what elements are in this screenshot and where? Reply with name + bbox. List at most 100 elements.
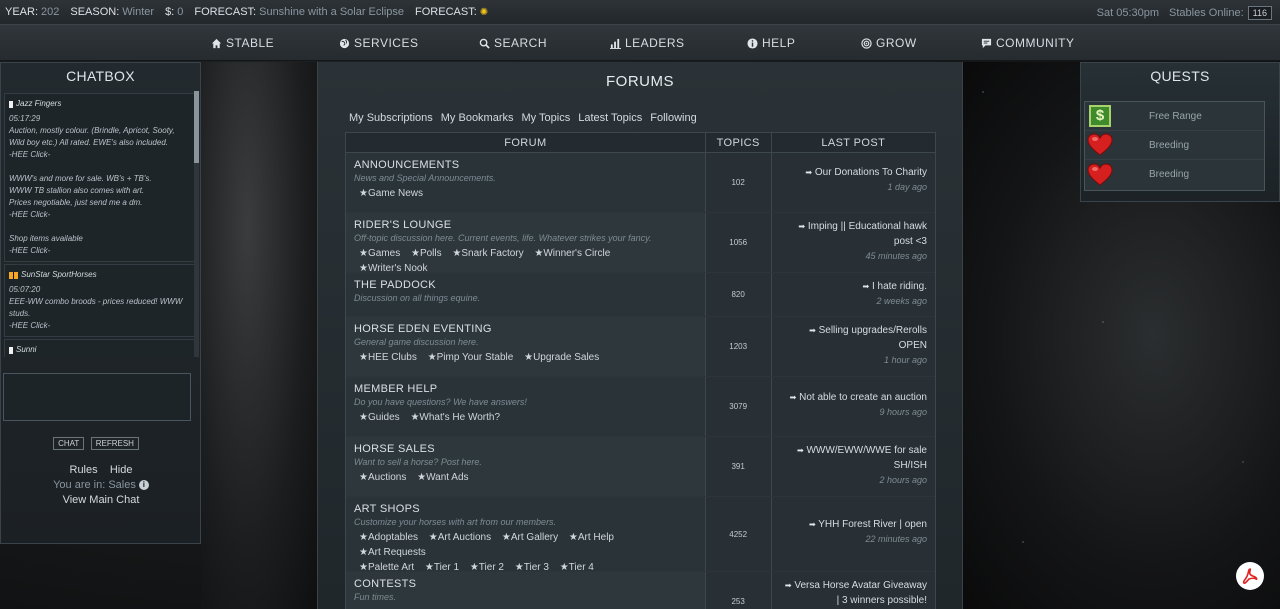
nav-services[interactable]: SERVICES <box>339 36 418 50</box>
view-main-chat-link[interactable]: View Main Chat <box>63 494 140 506</box>
year-value: 202 <box>41 6 60 18</box>
subforum-link[interactable]: ★Pimp Your Stable <box>428 352 514 363</box>
forum-name[interactable]: THE PADDOCK <box>354 279 697 291</box>
forum-name[interactable]: ART SHOPS <box>354 503 697 515</box>
tab-my-subscriptions[interactable]: My Subscriptions <box>349 112 433 124</box>
last-post-cell: ➡ Our Donations To Charity 1 day ago <box>770 153 935 212</box>
subforum-link[interactable]: ★Games <box>359 248 400 259</box>
forum-name[interactable]: HORSE SALES <box>354 443 697 455</box>
topic-count: 102 <box>704 153 771 212</box>
subforum-link[interactable]: ★Polls <box>411 248 442 259</box>
chat-message: Sunni <box>4 339 195 357</box>
subforum-link[interactable]: ★Art Help <box>569 532 614 543</box>
forecast-label: FORECAST: <box>194 6 257 18</box>
nav-help[interactable]: HELP <box>747 36 795 50</box>
forum-name[interactable]: HORSE EDEN EVENTING <box>354 323 697 335</box>
info-icon <box>747 37 758 49</box>
subforum-link[interactable]: ★Snark Factory <box>452 248 523 259</box>
subforum-link[interactable]: ★Adoptables <box>359 532 418 543</box>
quest-label: Breeding <box>1149 139 1190 151</box>
header-last-post: LAST POST <box>770 133 935 152</box>
subforum-link[interactable]: ★Game News <box>359 188 423 199</box>
forum-desc: Fun times. <box>354 592 397 602</box>
table-row: ANNOUNCEMENTS News and Special Announcem… <box>346 153 935 213</box>
subforum-link[interactable]: ★Winner's Circle <box>534 248 610 259</box>
subforum-link[interactable]: ★Art Auctions <box>429 532 491 543</box>
flag-icon <box>9 100 13 108</box>
subforum-link[interactable]: ★Want Ads <box>417 472 468 483</box>
chatbox-title: CHATBOX <box>66 68 135 84</box>
nav-community[interactable]: COMMUNITY <box>981 36 1075 50</box>
forum-name[interactable]: CONTESTS <box>354 578 697 590</box>
chat-line[interactable]: -HEE Click- <box>9 245 190 257</box>
chat-line[interactable]: -HEE Click- <box>9 209 190 221</box>
rules-link[interactable]: Rules <box>70 464 98 476</box>
chat-scrollbar-thumb[interactable] <box>194 91 199 163</box>
chat-scrollbar[interactable] <box>194 91 199 357</box>
stables-online-label: Stables Online: <box>1169 6 1244 19</box>
heart-icon <box>1087 162 1113 188</box>
last-post-link[interactable]: WWW/EWW/WWE for sale SH/ISH <box>806 445 927 471</box>
quest-item[interactable]: $ Free Range <box>1085 102 1264 131</box>
forum-name[interactable]: MEMBER HELP <box>354 383 697 395</box>
money-label: $: <box>165 6 175 18</box>
arrow-right-icon: ➡ <box>784 581 792 590</box>
chat-line[interactable]: -HEE Click- <box>9 149 190 161</box>
tab-following[interactable]: Following <box>650 112 696 124</box>
chat-button[interactable]: CHAT <box>53 437 85 450</box>
nav-leaders[interactable]: LEADERS <box>610 36 685 50</box>
subforum-link[interactable]: ★Art Gallery <box>502 532 558 543</box>
last-post-link[interactable]: YHH Forest River | open <box>818 519 927 530</box>
tab-my-bookmarks[interactable]: My Bookmarks <box>441 112 514 124</box>
quest-item[interactable]: Breeding <box>1085 160 1264 189</box>
chat-line[interactable]: -HEE Click- <box>9 320 190 332</box>
last-post-link[interactable]: Not able to create an auction <box>799 392 927 403</box>
last-post-link[interactable]: Versa Horse Avatar Giveaway | 3 winners … <box>794 580 927 606</box>
main-nav: STABLE SERVICES SEARCH LEADERS HELP GROW… <box>0 25 1280 61</box>
last-post-time: 2 hours ago <box>879 475 927 485</box>
forum-desc: Want to sell a horse? Post here. <box>354 457 482 467</box>
nav-grow[interactable]: GROW <box>861 36 917 50</box>
tab-my-topics[interactable]: My Topics <box>522 112 571 124</box>
chat-spacer <box>9 221 190 233</box>
nav-stable[interactable]: STABLE <box>211 36 274 50</box>
refresh-button[interactable]: REFRESH <box>90 437 139 450</box>
last-post-link[interactable]: Our Donations To Charity <box>815 167 927 178</box>
info-icon[interactable]: i <box>138 480 149 491</box>
chat-input[interactable] <box>3 373 191 421</box>
subforum-link[interactable]: ★HEE Clubs <box>359 352 417 363</box>
chat-line: Prices negotiable, just send me a dm. <box>9 198 143 207</box>
pdf-button[interactable] <box>1236 562 1264 590</box>
last-post-cell: ➡ YHH Forest River | open 22 minutes ago <box>770 497 935 571</box>
stables-online-count[interactable]: 116 <box>1247 5 1272 20</box>
pdf-icon <box>1242 568 1258 584</box>
last-post-cell: ➡ Versa Horse Avatar Giveaway | 3 winner… <box>770 572 935 609</box>
subforum-link[interactable]: ★Upgrade Sales <box>524 352 599 363</box>
tab-latest-topics[interactable]: Latest Topics <box>578 112 642 124</box>
chat-author[interactable]: Sunni <box>9 344 190 356</box>
last-post-link[interactable]: I hate riding. <box>872 281 927 292</box>
quest-item[interactable]: Breeding <box>1085 131 1264 160</box>
chat-line: WWW TB stallion also comes with art. <box>9 186 145 195</box>
subforum-link[interactable]: ★Auctions <box>359 472 406 483</box>
forum-name[interactable]: RIDER'S LOUNGE <box>354 219 697 231</box>
topic-count: 3079 <box>704 377 771 436</box>
forum-tabs: My Subscriptions My Bookmarks My Topics … <box>349 112 697 124</box>
quest-label: Free Range <box>1149 110 1202 122</box>
subforum-link[interactable]: ★What's He Worth? <box>410 412 500 423</box>
hide-link[interactable]: Hide <box>110 464 133 476</box>
chat-message: Jazz Fingers 05:17:29 Auction, mostly co… <box>4 93 195 262</box>
chat-messages[interactable]: Jazz Fingers 05:17:29 Auction, mostly co… <box>2 91 201 357</box>
last-post-link[interactable]: Imping || Educational hawk post <3 <box>808 221 927 247</box>
topic-count: 820 <box>704 273 771 316</box>
subforum-link[interactable]: ★Art Requests <box>359 547 426 558</box>
subforum-link[interactable]: ★Guides <box>359 412 400 423</box>
chat-author[interactable]: SunStar SportHorses <box>9 269 190 281</box>
last-post-time: 1 hour ago <box>883 355 927 365</box>
nav-search[interactable]: SEARCH <box>479 36 547 50</box>
forum-name[interactable]: ANNOUNCEMENTS <box>354 159 697 171</box>
topic-count: 391 <box>704 437 771 496</box>
last-post-link[interactable]: Selling upgrades/Rerolls OPEN <box>819 325 927 351</box>
chat-author[interactable]: Jazz Fingers <box>9 98 190 110</box>
year-label: YEAR: <box>5 6 39 18</box>
